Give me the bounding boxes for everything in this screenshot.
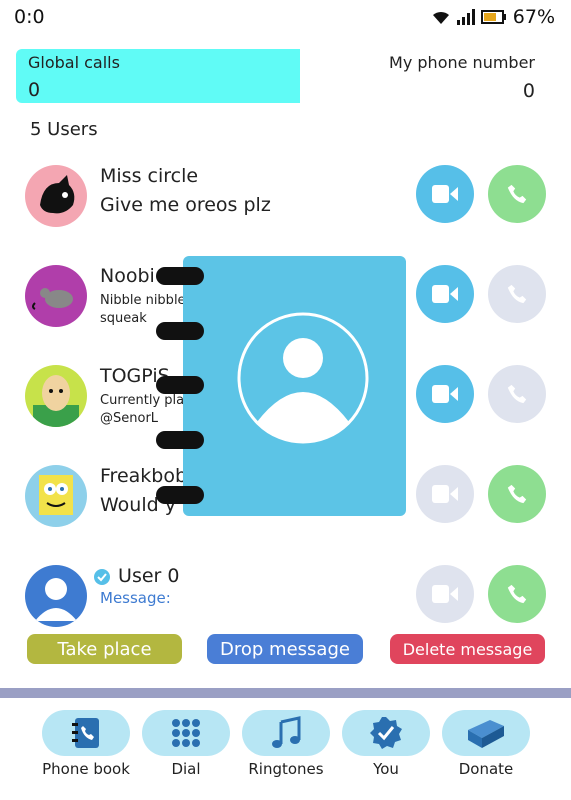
binder-ring: [156, 431, 204, 449]
bottom-nav: Phone book Dial Ringtones You Donate: [0, 698, 571, 800]
video-call-button-disabled[interactable]: [416, 465, 474, 523]
nav-label: You: [373, 760, 399, 778]
signal-icon: [456, 9, 475, 25]
nav-label: Ringtones: [248, 760, 324, 778]
drop-message-button[interactable]: Drop message: [207, 634, 363, 664]
message-label: Message:: [100, 589, 171, 607]
binder-ring: [156, 267, 204, 285]
dialpad-icon: [172, 719, 200, 747]
user-name: Miss circle: [100, 165, 199, 187]
voice-call-button[interactable]: [488, 165, 546, 223]
nav-label: Phone book: [42, 760, 130, 778]
phone-icon: [507, 384, 527, 404]
video-call-button[interactable]: [416, 165, 474, 223]
user-profile-icon: [237, 312, 369, 444]
nav-pill: [342, 710, 430, 756]
my-phone-value: 0: [522, 80, 535, 102]
message-actions: Take place Drop message Delete message: [0, 634, 571, 666]
video-camera-icon: [432, 385, 458, 403]
contact-book-overlay: [183, 256, 406, 516]
users-count: 5 Users: [30, 119, 98, 140]
status-time: 0:0: [14, 6, 45, 28]
user-name: User 0: [118, 565, 180, 587]
verified-badge-icon: [370, 717, 402, 749]
my-phone-label: My phone number: [389, 53, 535, 72]
delete-message-button[interactable]: Delete message: [390, 634, 545, 664]
user-message-line1: Currently pla: [100, 393, 185, 408]
binder-ring: [156, 486, 204, 504]
user-message-line2: squeak: [100, 311, 147, 326]
take-place-button[interactable]: Take place: [27, 634, 182, 664]
avatar: [25, 565, 87, 627]
voice-call-button[interactable]: [488, 565, 546, 623]
binder-ring: [156, 322, 204, 340]
voice-call-button-disabled[interactable]: [488, 365, 546, 423]
nav-pill: [442, 710, 530, 756]
phone-book-icon: [72, 718, 99, 748]
nav-dial[interactable]: Dial: [136, 710, 236, 778]
video-camera-icon: [432, 585, 458, 603]
video-camera-icon: [432, 185, 458, 203]
avatar: [25, 365, 87, 427]
global-calls-panel: Global calls 0: [16, 49, 300, 103]
user-name-row: User 0: [92, 565, 179, 587]
status-bar: 0:0 67%: [0, 0, 571, 36]
nav-divider: [0, 688, 571, 698]
video-call-button[interactable]: [416, 365, 474, 423]
user-name: Noobi: [100, 265, 155, 287]
user-row[interactable]: User 0 Message:: [0, 565, 571, 645]
user-row[interactable]: Miss circle Give me oreos plz: [0, 165, 571, 245]
nav-you[interactable]: You: [336, 710, 436, 778]
user-message-line1: Nibble nibble: [100, 293, 186, 308]
global-calls-value: 0: [28, 79, 41, 101]
video-camera-icon: [432, 485, 458, 503]
nav-pill: [142, 710, 230, 756]
video-camera-icon: [432, 285, 458, 303]
video-call-button-disabled[interactable]: [416, 565, 474, 623]
avatar: [25, 265, 87, 327]
nav-ringtones[interactable]: Ringtones: [236, 710, 336, 778]
battery-icon: [480, 10, 506, 24]
global-calls-label: Global calls: [28, 53, 120, 72]
avatar: [25, 165, 87, 227]
phone-icon: [507, 184, 527, 204]
phone-icon: [507, 584, 527, 604]
voice-call-button[interactable]: [488, 465, 546, 523]
battery-percent: 67%: [512, 6, 555, 28]
wifi-icon: [432, 11, 449, 24]
voice-call-button-disabled[interactable]: [488, 265, 546, 323]
music-note-icon: [272, 716, 301, 748]
verified-badge-icon: [94, 568, 110, 585]
nav-label: Dial: [171, 760, 201, 778]
video-call-button[interactable]: [416, 265, 474, 323]
user-message-line2: @SenorL: [100, 411, 159, 426]
nav-pill: [42, 710, 130, 756]
user-message: Give me oreos plz: [100, 194, 271, 216]
nav-pill: [242, 710, 330, 756]
status-icons: 67%: [431, 6, 555, 28]
box-icon: [468, 720, 504, 748]
nav-label: Donate: [458, 760, 514, 778]
user-name: Freakbob: [100, 465, 188, 487]
binder-ring: [156, 376, 204, 394]
nav-donate[interactable]: Donate: [436, 710, 536, 778]
phone-icon: [507, 284, 527, 304]
avatar: [25, 465, 87, 527]
phone-icon: [507, 484, 527, 504]
nav-phone-book[interactable]: Phone book: [36, 710, 136, 778]
